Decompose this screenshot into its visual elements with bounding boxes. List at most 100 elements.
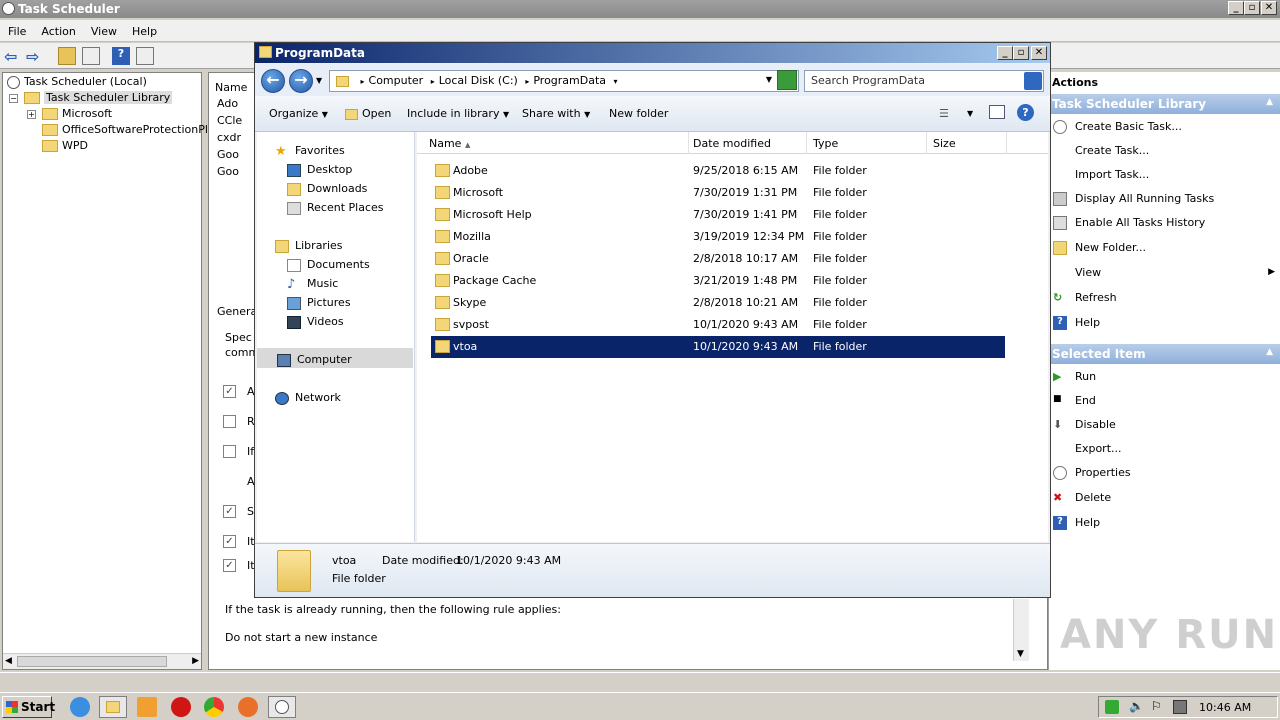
task-list-header-name[interactable]: Name [215, 81, 247, 94]
action-display-running[interactable]: Display All Running Tasks [1053, 192, 1214, 214]
volume-icon[interactable]: 🔈 [1129, 699, 1144, 713]
explorer-close-button[interactable]: ✕ [1031, 46, 1047, 60]
collapse-arrow-icon[interactable]: ▲ [1266, 347, 1273, 357]
tree-root[interactable]: Task Scheduler (Local) [7, 75, 147, 91]
action-run[interactable]: ▶ Run [1053, 370, 1096, 392]
nav-libraries[interactable]: Libraries [275, 239, 343, 253]
file-row[interactable]: Skype 2/8/2018 10:21 AM File folder [431, 292, 1005, 314]
checkbox[interactable]: ✓ [223, 505, 236, 518]
action-properties[interactable]: Properties [1053, 466, 1131, 488]
file-row[interactable]: Microsoft Help 7/30/2019 1:41 PM File fold… [431, 204, 1005, 226]
tab-general[interactable]: Genera [217, 305, 257, 318]
action-new-folder[interactable]: New Folder... [1053, 241, 1146, 263]
address-bar[interactable]: ▸ Computer ▸ Local Disk (C:) ▸ ProgramData … [329, 70, 799, 92]
collapse-icon[interactable]: − [9, 94, 18, 103]
collapse-arrow-icon[interactable]: ▲ [1266, 97, 1273, 107]
nav-recent-places[interactable]: Recent Places [287, 201, 384, 215]
file-row[interactable]: Oracle 2/8/2018 10:17 AM File folder [431, 248, 1005, 270]
firefox-icon[interactable] [238, 697, 258, 717]
task-row[interactable]: Ado [217, 97, 238, 110]
vertical-scrollbar[interactable]: ▼ [1013, 599, 1029, 661]
menu-file[interactable]: File [0, 20, 33, 38]
clock[interactable]: 10:46 AM [1199, 701, 1251, 714]
view-dropdown-icon[interactable]: ▼ [967, 109, 973, 118]
checkbox[interactable]: ✓ [223, 559, 236, 572]
refresh-icon[interactable] [777, 70, 797, 90]
back-arrow-icon[interactable]: ← [261, 69, 285, 93]
action-help[interactable]: ? Help [1053, 316, 1100, 338]
nav-desktop[interactable]: Desktop [287, 163, 352, 177]
section-selected-header[interactable]: Selected Item ▲ [1049, 344, 1280, 364]
column-name[interactable]: Name ▲ [423, 132, 689, 154]
task-row[interactable]: cxdr [217, 131, 241, 144]
include-in-library-button[interactable]: Include in library ▼ [407, 107, 509, 120]
task-row[interactable]: CCle [217, 114, 242, 127]
file-row-selected[interactable]: vtoa 10/1/2020 9:43 AM File folder [431, 336, 1005, 358]
action-end[interactable]: ■ End [1053, 394, 1096, 416]
nav-documents[interactable]: Documents [287, 258, 370, 272]
show-action-pane-icon[interactable] [136, 47, 154, 65]
nav-favorites[interactable]: ★ Favorites [275, 144, 345, 158]
menu-view[interactable]: View [83, 20, 124, 38]
explorer-minimize-button[interactable]: _ [997, 46, 1013, 60]
close-button[interactable]: ✕ [1261, 1, 1277, 15]
maximize-button[interactable]: ▫ [1244, 1, 1260, 15]
file-row[interactable]: svpost 10/1/2020 9:43 AM File folder [431, 314, 1005, 336]
task-row[interactable]: Goo [217, 148, 239, 161]
column-size[interactable]: Size [927, 132, 1007, 154]
tree-item-wpd[interactable]: WPD [42, 139, 88, 155]
help-icon[interactable]: ? [1017, 104, 1034, 121]
media-player-icon[interactable] [137, 697, 157, 717]
action-center-flag-icon[interactable]: ⚐ [1151, 699, 1162, 713]
open-button[interactable]: Open [345, 107, 391, 120]
organize-button[interactable]: Organize ▼ [269, 107, 328, 120]
action-disable[interactable]: ⬇ Disable [1053, 418, 1116, 440]
action-refresh[interactable]: ↻ Refresh [1053, 291, 1117, 313]
preview-pane-icon[interactable] [989, 105, 1005, 119]
action-help-2[interactable]: ? Help [1053, 516, 1100, 538]
checkbox[interactable] [223, 445, 236, 458]
address-history-dropdown-icon[interactable]: ▼ [766, 75, 772, 84]
minimize-button[interactable]: _ [1228, 1, 1244, 15]
tree-library[interactable]: − Task Scheduler Library [9, 91, 173, 107]
action-create-basic-task[interactable]: Create Basic Task... [1053, 120, 1182, 142]
show-hide-tree-icon[interactable] [82, 47, 100, 65]
action-view[interactable]: View ▶ [1053, 266, 1275, 288]
share-with-button[interactable]: Share with ▼ [522, 107, 590, 120]
nav-network[interactable]: Network [275, 391, 341, 405]
internet-explorer-icon[interactable] [70, 697, 90, 717]
checkbox[interactable]: ✓ [223, 535, 236, 548]
chrome-icon[interactable] [204, 697, 224, 717]
nav-downloads[interactable]: Downloads [287, 182, 367, 196]
action-import-task[interactable]: Import Task... [1053, 168, 1149, 190]
nav-videos[interactable]: Videos [287, 315, 344, 329]
checkbox[interactable] [223, 415, 236, 428]
forward-arrow-icon[interactable]: → [289, 69, 313, 93]
section-library-header[interactable]: Task Scheduler Library ▲ [1049, 94, 1280, 114]
file-row[interactable]: Adobe 9/25/2018 6:15 AM File folder [431, 160, 1005, 182]
action-export[interactable]: Export... [1053, 442, 1122, 464]
forward-arrow-icon[interactable]: ⇨ [26, 47, 44, 66]
nav-music[interactable]: ♪ Music [287, 277, 338, 291]
explorer-maximize-button[interactable]: ▫ [1013, 46, 1029, 60]
menu-action[interactable]: Action [33, 20, 82, 38]
nav-computer[interactable]: Computer [257, 348, 413, 368]
nav-pictures[interactable]: Pictures [287, 296, 351, 310]
breadcrumb-chevron-icon[interactable]: ▸ [525, 77, 529, 86]
opera-icon[interactable] [171, 697, 191, 717]
search-input[interactable]: Search ProgramData [804, 70, 1044, 92]
action-create-task[interactable]: Create Task... [1053, 144, 1149, 166]
breadcrumb-chevron-icon[interactable]: ▾ [614, 77, 618, 86]
view-options-icon[interactable]: ☰ [939, 107, 949, 120]
column-type[interactable]: Type [807, 132, 927, 154]
tree-horizontal-scrollbar[interactable]: ◀ ▶ [3, 653, 201, 669]
breadcrumb-chevron-icon[interactable]: ▸ [431, 77, 435, 86]
file-row[interactable]: Microsoft 7/30/2019 1:31 PM File folder [431, 182, 1005, 204]
tree-item-microsoft[interactable]: + Microsoft [27, 107, 112, 123]
up-folder-icon[interactable] [58, 47, 76, 65]
network-tray-icon[interactable] [1173, 700, 1187, 714]
task-row[interactable]: Goo [217, 165, 239, 178]
back-arrow-icon[interactable]: ⇦ [4, 47, 22, 66]
checkbox[interactable]: ✓ [223, 385, 236, 398]
new-folder-button[interactable]: New folder [609, 107, 668, 120]
